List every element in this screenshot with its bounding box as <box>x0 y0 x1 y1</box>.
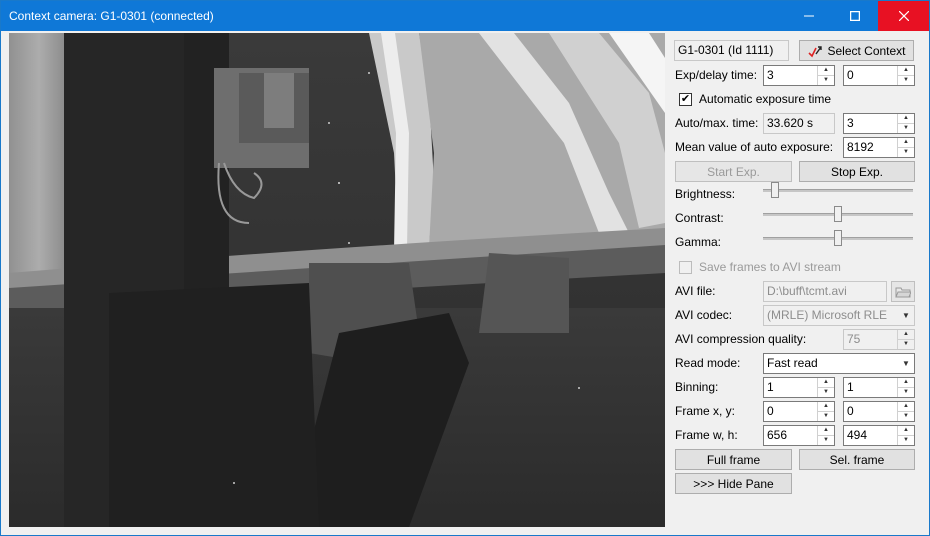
minimize-button[interactable] <box>786 1 832 31</box>
read-mode-value: Fast read <box>767 356 818 370</box>
full-frame-button[interactable]: Full frame <box>675 449 792 470</box>
gamma-label: Gamma: <box>675 235 722 249</box>
frame-y-spinner[interactable]: ▲ ▼ <box>897 402 914 421</box>
mean-value-spinner[interactable]: ▲ ▼ <box>897 138 914 157</box>
frame-x-input[interactable]: 0 ▲ ▼ <box>763 401 835 422</box>
gamma-slider-thumb[interactable] <box>834 230 842 246</box>
binning-x-spinner[interactable]: ▲ ▼ <box>817 378 834 397</box>
sel-frame-button[interactable]: Sel. frame <box>799 449 915 470</box>
settings-panel: G1-0301 (Id 1111) Select Context Exp/del… <box>669 31 929 535</box>
frame-xy-label: Frame x, y: <box>675 404 736 418</box>
max-time-input[interactable]: 3 ▲ ▼ <box>843 113 915 134</box>
stop-exp-button[interactable]: Stop Exp. <box>799 161 915 182</box>
contrast-label: Contrast: <box>675 211 724 225</box>
client-area: G1-0301 (Id 1111) Select Context Exp/del… <box>1 31 929 535</box>
start-exp-button[interactable]: Start Exp. <box>675 161 792 182</box>
select-context-button[interactable]: Select Context <box>799 40 914 61</box>
close-icon <box>898 11 909 21</box>
max-time-value: 3 <box>847 116 854 130</box>
avi-codec-select[interactable]: (MRLE) Microsoft RLE ▼ <box>763 305 915 326</box>
save-avi-checkbox[interactable] <box>679 261 692 274</box>
minimize-icon <box>804 15 814 17</box>
mean-value-value: 8192 <box>847 140 874 154</box>
avi-quality-spinner[interactable]: ▲ ▼ <box>897 330 914 349</box>
frame-y-value: 0 <box>847 404 854 418</box>
checkmark-icon: ✔ <box>680 93 691 105</box>
binning-y-value: 1 <box>847 380 854 394</box>
brightness-label: Brightness: <box>675 187 736 201</box>
delay-value: 0 <box>847 68 854 82</box>
binning-y-input[interactable]: 1 ▲ ▼ <box>843 377 915 398</box>
frame-w-value: 656 <box>767 428 788 442</box>
frame-w-spinner[interactable]: ▲ ▼ <box>817 426 834 445</box>
select-context-label: Select Context <box>827 43 906 58</box>
delay-input[interactable]: 0 ▲ ▼ <box>843 65 915 86</box>
max-time-spinner[interactable]: ▲ ▼ <box>897 114 914 133</box>
title-bar[interactable]: Context camera: G1-0301 (connected) <box>1 1 929 31</box>
window-title: Context camera: G1-0301 (connected) <box>9 9 214 23</box>
maximize-button[interactable] <box>832 1 878 31</box>
select-context-icon <box>808 45 823 57</box>
avi-quality-value: 75 <box>847 332 861 346</box>
mean-value-label: Mean value of auto exposure: <box>675 140 834 154</box>
avi-codec-label: AVI codec: <box>675 308 733 322</box>
frame-w-input[interactable]: 656 ▲ ▼ <box>763 425 835 446</box>
binning-label: Binning: <box>675 380 719 394</box>
avi-codec-value: (MRLE) Microsoft RLE <box>767 308 888 322</box>
delay-spinner[interactable]: ▲ ▼ <box>897 66 914 85</box>
chevron-down-icon: ▼ <box>902 311 910 320</box>
frame-wh-label: Frame w, h: <box>675 428 738 442</box>
frame-h-spinner[interactable]: ▲ ▼ <box>897 426 914 445</box>
avi-file-input[interactable]: D:\buff\tcmt.avi <box>763 281 887 302</box>
camera-id-field: G1-0301 (Id 1111) <box>674 40 789 61</box>
frame-y-input[interactable]: 0 ▲ ▼ <box>843 401 915 422</box>
frame-x-value: 0 <box>767 404 774 418</box>
avi-quality-input[interactable]: 75 ▲ ▼ <box>843 329 915 350</box>
auto-max-label: Auto/max. time: <box>675 116 759 130</box>
maximize-icon <box>850 11 860 21</box>
frame-h-value: 494 <box>847 428 868 442</box>
avi-file-label: AVI file: <box>675 284 716 298</box>
close-button[interactable] <box>878 1 929 31</box>
mean-value-input[interactable]: 8192 ▲ ▼ <box>843 137 915 158</box>
auto-exposure-checkbox[interactable]: ✔ <box>679 93 692 106</box>
auto-time-field: 33.620 s <box>763 113 835 134</box>
contrast-slider-thumb[interactable] <box>834 206 842 222</box>
exp-time-value: 3 <box>767 68 774 82</box>
exp-time-spinner[interactable]: ▲ ▼ <box>817 66 834 85</box>
folder-icon <box>895 287 911 298</box>
frame-x-spinner[interactable]: ▲ ▼ <box>817 402 834 421</box>
read-mode-label: Read mode: <box>675 356 741 370</box>
read-mode-select[interactable]: Fast read ▼ <box>763 353 915 374</box>
hide-pane-button[interactable]: >>> Hide Pane <box>675 473 792 494</box>
frame-h-input[interactable]: 494 ▲ ▼ <box>843 425 915 446</box>
auto-exposure-label: Automatic exposure time <box>699 92 832 106</box>
brightness-slider-thumb[interactable] <box>771 182 779 198</box>
camera-image-drawing <box>9 33 665 527</box>
binning-x-value: 1 <box>767 380 774 394</box>
binning-y-spinner[interactable]: ▲ ▼ <box>897 378 914 397</box>
exp-time-input[interactable]: 3 ▲ ▼ <box>763 65 835 86</box>
exp-delay-label: Exp/delay time: <box>675 68 758 82</box>
save-avi-label: Save frames to AVI stream <box>699 260 841 274</box>
camera-window: Context camera: G1-0301 (connected) G1-0… <box>0 0 930 536</box>
brightness-slider[interactable] <box>763 189 913 192</box>
chevron-down-icon: ▼ <box>902 359 910 368</box>
camera-image[interactable] <box>9 33 665 527</box>
avi-quality-label: AVI compression quality: <box>675 332 807 346</box>
browse-folder-button[interactable] <box>891 281 915 302</box>
binning-x-input[interactable]: 1 ▲ ▼ <box>763 377 835 398</box>
